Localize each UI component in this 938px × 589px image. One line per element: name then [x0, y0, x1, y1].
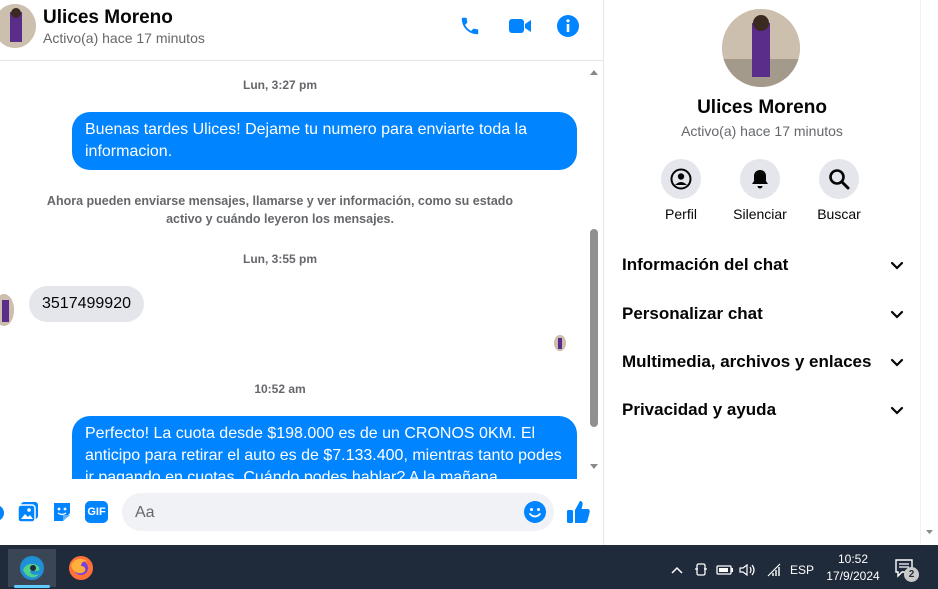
device-icon[interactable]	[691, 556, 711, 584]
section-label: Personalizar chat	[622, 304, 763, 323]
scroll-up-arrow-icon[interactable]	[589, 69, 599, 76]
bell-icon	[740, 159, 780, 199]
edge-icon[interactable]	[8, 549, 56, 587]
scroll-down-arrow-icon[interactable]	[925, 529, 934, 535]
profile-button[interactable]: Perfil	[641, 159, 721, 222]
clock-date: 17/9/2024	[826, 569, 880, 583]
incoming-message[interactable]: 3517499920	[29, 286, 144, 322]
search-label: Buscar	[817, 206, 861, 222]
timestamp: 10:52 am	[254, 382, 306, 396]
message-input-placeholder: Aa	[135, 504, 155, 521]
chevron-down-icon	[890, 406, 904, 415]
chevron-up-icon[interactable]	[667, 556, 687, 584]
section-label: Privacidad y ayuda	[622, 400, 777, 419]
seen-avatar	[554, 335, 566, 351]
message-input[interactable]	[122, 493, 554, 531]
clock-time: 10:52	[837, 552, 869, 566]
sender-avatar[interactable]	[0, 294, 14, 326]
section-privacy-help[interactable]: Privacidad y ayuda	[622, 398, 904, 422]
search-button[interactable]: Buscar	[799, 159, 879, 222]
notifications-button[interactable]: 2	[894, 558, 924, 584]
chevron-down-icon	[890, 358, 904, 367]
clock[interactable]: 10:52 17/9/2024	[818, 551, 888, 585]
notification-count-badge: 2	[904, 567, 919, 582]
message-list[interactable]: Lun, 3:27 pm Buenas tardes Ulices! Dejam…	[0, 61, 588, 479]
gif-icon[interactable]: GIF	[85, 501, 108, 523]
wifi-icon[interactable]	[764, 556, 784, 584]
search-icon	[819, 159, 859, 199]
phone-icon[interactable]	[457, 13, 483, 39]
active-app-indicator	[14, 585, 50, 588]
contact-status: Activo(a) hace 17 minutos	[43, 30, 205, 46]
firefox-icon[interactable]	[57, 549, 105, 587]
mute-label: Silenciar	[733, 206, 787, 222]
sticker-icon[interactable]	[51, 501, 73, 528]
scrollbar-thumb[interactable]	[590, 229, 598, 427]
timestamp: Lun, 3:27 pm	[242, 78, 317, 92]
profile-label: Perfil	[665, 206, 697, 222]
mute-button[interactable]: Silenciar	[720, 159, 800, 222]
battery-icon[interactable]	[714, 556, 736, 584]
profile-status: Activo(a) hace 17 minutos	[681, 123, 843, 139]
language-indicator[interactable]: ESP	[788, 556, 816, 584]
section-label: Multimedia, archivos y enlaces	[622, 352, 872, 371]
gif-label: GIF	[87, 506, 106, 518]
emoji-icon[interactable]	[523, 500, 547, 529]
profile-name: Ulices Moreno	[697, 97, 827, 118]
section-label: Información del chat	[622, 255, 789, 274]
info-icon[interactable]	[555, 13, 581, 39]
timestamp: Lun, 3:55 pm	[242, 252, 317, 266]
scroll-down-arrow-icon[interactable]	[589, 463, 599, 470]
chevron-down-icon	[890, 261, 904, 270]
system-note: Ahora pueden enviarse mensajes, llamarse…	[46, 194, 514, 226]
contact-profile-avatar[interactable]	[722, 9, 800, 87]
image-icon[interactable]	[17, 501, 39, 528]
page-scrollbar[interactable]	[920, 0, 938, 545]
panel-divider	[603, 0, 604, 545]
section-chat-info[interactable]: Información del chat	[622, 253, 904, 277]
contact-name[interactable]: Ulices Moreno	[43, 7, 173, 29]
messages-scrollbar[interactable]	[588, 61, 602, 479]
outgoing-message[interactable]: Perfecto! La cuota desde $198.000 es de …	[72, 416, 577, 479]
section-media-files-links[interactable]: Multimedia, archivos y enlaces	[622, 350, 904, 374]
chevron-down-icon	[890, 310, 904, 319]
section-customize-chat[interactable]: Personalizar chat	[622, 302, 904, 326]
plus-icon[interactable]	[0, 503, 6, 528]
volume-icon[interactable]	[738, 556, 758, 584]
like-icon[interactable]	[566, 499, 592, 530]
outgoing-message[interactable]: Buenas tardes Ulices! Dejame tu numero p…	[72, 112, 577, 170]
video-icon[interactable]	[507, 13, 533, 39]
profile-icon	[661, 159, 701, 199]
